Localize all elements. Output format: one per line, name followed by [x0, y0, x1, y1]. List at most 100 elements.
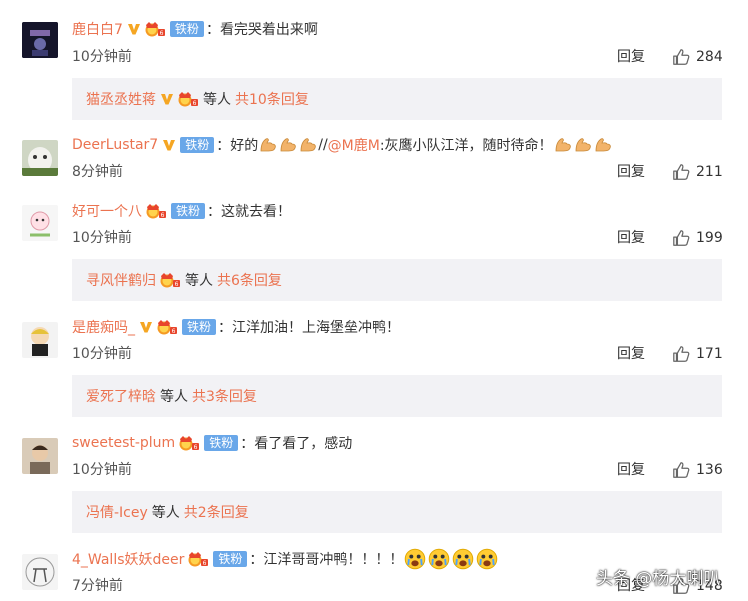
- sub-reply-etc: 等人: [160, 389, 188, 405]
- colon: ：: [249, 552, 264, 568]
- comment-text: 这就去看！: [221, 204, 292, 220]
- timestamp: 10分钟前: [72, 346, 132, 362]
- sub-reply-user[interactable]: 寻风伴鹤归: [86, 270, 156, 290]
- thumbs-up-icon: [672, 229, 690, 247]
- fan-badge[interactable]: 铁粉: [213, 551, 248, 567]
- reply-button[interactable]: 回复: [617, 47, 645, 67]
- like-count: 136: [696, 462, 723, 478]
- avatar-image: [22, 205, 58, 241]
- repost-separator: //: [318, 137, 328, 153]
- avatar-image: [22, 554, 58, 590]
- avatar[interactable]: [22, 140, 58, 176]
- sub-replies[interactable]: 寻风伴鹤归 等人 共6条回复: [72, 259, 722, 301]
- username[interactable]: 4_Walls妖妖deer: [72, 549, 184, 569]
- like-button[interactable]: 199: [672, 228, 723, 248]
- sub-reply-count[interactable]: 共6条回复: [217, 270, 282, 290]
- comment-text-rest: :灰鹰小队江洋，随时待命！: [379, 138, 553, 154]
- crown-member-icon: [177, 91, 199, 107]
- like-count: 284: [696, 49, 723, 65]
- timestamp: 7分钟前: [72, 578, 123, 594]
- watermark: 头条 @杨大喇叭: [596, 569, 721, 589]
- avatar[interactable]: [22, 22, 58, 58]
- strong-arm-emoji: [594, 136, 612, 154]
- sub-reply-etc: 等人: [203, 92, 231, 108]
- vip-v-icon: [127, 22, 141, 36]
- crown-member-icon[interactable]: [145, 203, 167, 219]
- reply-button[interactable]: 回复: [617, 228, 645, 248]
- reply-button[interactable]: 回复: [617, 162, 645, 182]
- vip-v-icon: [139, 320, 153, 334]
- avatar-image: [22, 322, 58, 358]
- strong-arm-emoji: [299, 136, 317, 154]
- sub-reply-etc: 等人: [151, 505, 180, 521]
- crown-member-icon[interactable]: [187, 551, 209, 567]
- avatar-image: [22, 438, 58, 474]
- fan-badge[interactable]: 铁粉: [171, 203, 206, 219]
- strong-arm-emoji: [574, 136, 592, 154]
- sub-replies[interactable]: 猫丞丞姓蒋 等人 共10条回复: [72, 78, 722, 120]
- colon: ：: [216, 138, 231, 154]
- like-button[interactable]: 211: [672, 162, 723, 182]
- fan-badge[interactable]: 铁粉: [169, 21, 204, 37]
- like-count: 199: [696, 230, 723, 246]
- sub-replies[interactable]: 爱死了梓晗 等人 共3条回复: [72, 375, 722, 417]
- crying-face-emoji: [452, 548, 474, 570]
- timestamp: 10分钟前: [72, 230, 132, 246]
- comment-text: 看完哭着出来啊: [219, 22, 318, 38]
- reply-button[interactable]: 回复: [617, 460, 645, 480]
- avatar[interactable]: [22, 438, 58, 474]
- comment-text: 江洋哥哥冲鸭！！！！: [263, 552, 404, 568]
- username[interactable]: DeerLustar7: [72, 137, 158, 153]
- like-button[interactable]: 136: [672, 460, 723, 480]
- mention-link[interactable]: @M鹿M: [328, 135, 380, 155]
- crying-face-emoji: [476, 548, 498, 570]
- like-count: 211: [696, 164, 723, 180]
- crown-member-icon[interactable]: [144, 21, 166, 37]
- avatar-image: [22, 140, 58, 176]
- sub-reply-user[interactable]: 猫丞丞姓蒋: [86, 89, 156, 109]
- reply-button[interactable]: 回复: [617, 344, 645, 364]
- avatar[interactable]: [22, 205, 58, 241]
- fan-badge[interactable]: 铁粉: [180, 137, 215, 153]
- crying-face-emoji: [428, 548, 450, 570]
- comment-text: 看了看了，感动: [254, 436, 353, 452]
- comment-text: 好的: [230, 138, 259, 154]
- timestamp: 10分钟前: [72, 49, 132, 65]
- strong-arm-emoji: [259, 136, 277, 154]
- avatar-image: [22, 22, 58, 58]
- colon: ：: [240, 436, 255, 452]
- like-button[interactable]: 284: [672, 47, 723, 67]
- colon: ：: [205, 22, 220, 38]
- colon: ：: [207, 204, 222, 220]
- sub-reply-etc: 等人: [185, 273, 213, 289]
- sub-reply-user[interactable]: 爱死了梓晗: [86, 386, 156, 406]
- strong-arm-emoji: [279, 136, 297, 154]
- thumbs-up-icon: [672, 345, 690, 363]
- thumbs-up-icon: [672, 48, 690, 66]
- avatar[interactable]: [22, 554, 58, 590]
- colon: ：: [218, 320, 233, 336]
- username[interactable]: 是鹿痴吗_: [72, 317, 135, 337]
- thumbs-up-icon: [672, 163, 690, 181]
- sub-reply-count[interactable]: 共10条回复: [235, 89, 309, 109]
- strong-arm-emoji: [554, 136, 572, 154]
- sub-replies[interactable]: 冯倩-Icey 等人 共2条回复: [72, 491, 722, 533]
- sub-reply-count[interactable]: 共3条回复: [192, 386, 257, 406]
- sub-reply-user[interactable]: 冯倩-Icey: [86, 502, 148, 522]
- timestamp: 8分钟前: [72, 164, 123, 180]
- like-count: 171: [696, 346, 723, 362]
- like-button[interactable]: 171: [672, 344, 723, 364]
- crown-member-icon[interactable]: [156, 319, 178, 335]
- fan-badge[interactable]: 铁粉: [204, 435, 239, 451]
- username[interactable]: 鹿白白7: [72, 19, 123, 39]
- timestamp: 10分钟前: [72, 462, 132, 478]
- vip-v-icon: [162, 138, 176, 152]
- fan-badge[interactable]: 铁粉: [182, 319, 217, 335]
- username[interactable]: sweetest-plum: [72, 435, 175, 451]
- thumbs-up-icon: [672, 461, 690, 479]
- username[interactable]: 好可一个八: [72, 201, 142, 221]
- sub-reply-count[interactable]: 共2条回复: [184, 502, 249, 522]
- crown-member-icon: [159, 272, 181, 288]
- avatar[interactable]: [22, 322, 58, 358]
- crown-member-icon[interactable]: [178, 435, 200, 451]
